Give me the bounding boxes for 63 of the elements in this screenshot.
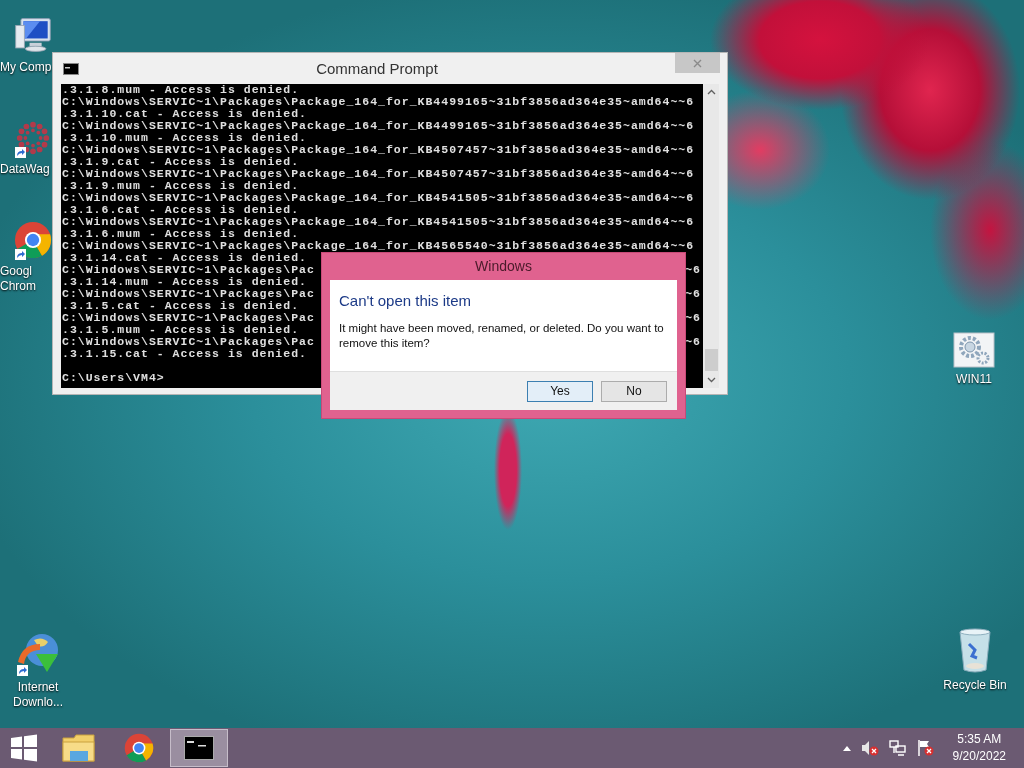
console-line: .3.1.6.mum - Access is denied. [62, 228, 300, 240]
console-icon [63, 62, 79, 75]
console-line: .3.1.14.cat - Access is denied. [62, 252, 307, 264]
console-line-end: ~6 [685, 336, 701, 348]
gear-icon[interactable] [953, 332, 995, 368]
console-line: .3.1.5.cat - Access is denied. [62, 300, 300, 312]
chrome-icon [124, 733, 154, 763]
network-icon[interactable] [888, 740, 907, 756]
console-line: C:\Windows\SERVIC~1\Packages\Package_164_for_KB4507457~31bf3856ad364e35~amd64~~6 [62, 144, 695, 156]
scroll-up-icon[interactable] [706, 89, 716, 95]
console-line: C:\Windows\SERVIC~1\Packages\Package_164_for_KB4499165~31bf3856ad364e35~amd64~~6 [62, 96, 695, 108]
icon-label[interactable]: Downlo... [13, 695, 63, 710]
recycle-bin-icon[interactable] [957, 628, 993, 674]
console-line-end: ~6 [685, 312, 701, 324]
console-line: C:\Windows\SERVIC~1\Packages\Package_164_for_KB4541505~31bf3856ad364e35~amd64~~6 [62, 216, 695, 228]
show-hidden-icons-icon[interactable] [842, 745, 851, 751]
window-title: Command Prompt [315, 60, 439, 77]
dialog-button[interactable]: No [601, 380, 667, 402]
scroll-thumb[interactable] [704, 349, 718, 371]
console-line: C:\Windows\SERVIC~1\Packages\Pac [62, 312, 315, 324]
clock-date: 9/20/2022 [952, 748, 1006, 765]
console-line: C:\Windows\SERVIC~1\Packages\Package_164_for_KB4541505~31bf3856ad364e35~amd64~~6 [62, 192, 695, 204]
console-line: C:\Windows\SERVIC~1\Packages\Pac [62, 336, 315, 348]
dialog-message: It might have been moved, renamed, or deleted. Do you want to remove this item? [339, 321, 665, 351]
console-line: .3.1.9.cat - Access is denied. [62, 156, 300, 168]
console-line: .3.1.15.cat - Access is denied. [62, 348, 307, 360]
console-line: .3.1.5.mum - Access is denied. [62, 324, 300, 336]
console-prompt: C:\Users\VM4> [62, 372, 165, 384]
console-line: C:\Windows\SERVIC~1\Packages\Package_164_for_KB4499165~31bf3856ad364e35~amd64~~6 [62, 120, 695, 132]
dialog-button[interactable]: Yes [527, 380, 593, 402]
console-line: C:\Windows\SERVIC~1\Packages\Pac [62, 288, 315, 300]
console-line: C:\Windows\SERVIC~1\Packages\Pac [62, 264, 315, 276]
icon-label[interactable]: Googl [0, 264, 33, 279]
console-line: C:\Windows\SERVIC~1\Packages\Package_164_for_KB4565540~31bf3856ad364e35~amd64~~6 [62, 240, 695, 252]
icon-label[interactable]: Recycle Bin [943, 678, 1007, 693]
console-line-end: ~6 [685, 264, 701, 276]
scrollbar[interactable] [703, 84, 719, 388]
console-line: .3.1.10.cat - Access is denied. [62, 108, 307, 120]
console-line: .3.1.6.cat - Access is denied. [62, 204, 300, 216]
dialog-title: Windows [474, 257, 533, 276]
icon-label[interactable]: My Comp [0, 60, 52, 75]
console-line: C:\Windows\SERVIC~1\Packages\Package_164_for_KB4507457~31bf3856ad364e35~amd64~~6 [62, 168, 695, 180]
speaker-muted-icon[interactable] [860, 740, 879, 756]
taskbar-app-button[interactable] [170, 729, 228, 767]
console-line: .3.1.10.mum - Access is denied. [62, 132, 307, 144]
clock[interactable]: 5:35 AM 9/20/2022 [952, 731, 1006, 765]
close-icon [693, 58, 702, 68]
scroll-down-icon[interactable] [706, 377, 716, 383]
console-line: .3.1.14.mum - Access is denied. [62, 276, 307, 288]
chrome-icon[interactable] [14, 220, 52, 260]
dialog-heading: Can't open this item [339, 292, 473, 309]
console-icon [184, 736, 214, 760]
icon-label[interactable]: WIN11 [956, 372, 992, 387]
icon-label[interactable]: Chrom [0, 279, 36, 294]
icon-label[interactable]: DataWag [0, 162, 50, 177]
icon-label[interactable]: Internet [17, 680, 59, 695]
folder-icon [62, 733, 96, 763]
console-line: .3.1.8.mum - Access is denied. [62, 84, 300, 96]
windows-logo-icon [10, 734, 38, 762]
console-line: .3.1.9.mum - Access is denied. [62, 180, 300, 192]
flag-icon[interactable] [916, 739, 935, 757]
console-line-end: ~6 [685, 288, 701, 300]
clock-time: 5:35 AM [957, 731, 1002, 748]
